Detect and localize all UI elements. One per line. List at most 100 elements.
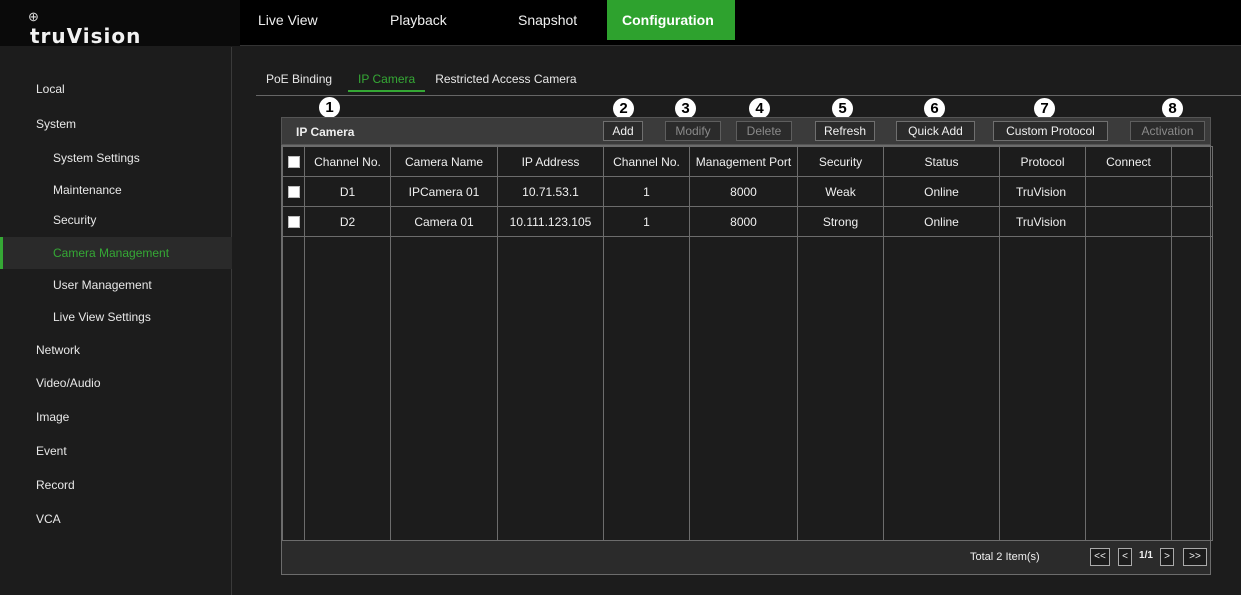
column-header[interactable]: Connect [1085, 146, 1172, 177]
empty-cell [282, 236, 305, 541]
table-cell: Weak [797, 176, 884, 207]
logo-icon: ⊕ [28, 9, 39, 24]
callout-6: 6 [924, 98, 945, 119]
sidebar-item-maintenance[interactable]: Maintenance [0, 174, 232, 206]
column-header[interactable]: Protocol [999, 146, 1086, 177]
empty-cell [999, 236, 1086, 541]
nav-live-view[interactable]: Live View [242, 0, 360, 40]
empty-table-area [282, 236, 1213, 541]
sidebar-item-user-management[interactable]: User Management [0, 269, 232, 301]
main-nav: Live View Playback Snapshot Configuratio… [242, 0, 735, 40]
ip-camera-table: Channel No. Camera Name IP Address Chann… [281, 145, 1213, 541]
column-header[interactable]: Channel No. [603, 146, 690, 177]
sidebar: Local System System Settings Maintenance… [0, 47, 232, 595]
empty-cell [1085, 236, 1172, 541]
table-row[interactable]: D1 IPCamera 01 10.71.53.1 1 8000 Weak On… [282, 176, 1213, 207]
table-cell: Online [883, 176, 1000, 207]
callout-4: 4 [749, 98, 770, 119]
table-cell: 10.71.53.1 [497, 176, 604, 207]
table-row[interactable]: D2 Camera 01 10.111.123.105 1 8000 Stron… [282, 206, 1213, 237]
refresh-button[interactable]: Refresh [815, 121, 875, 141]
logo: ⊕ truVision [0, 0, 240, 48]
table-cell: 10.111.123.105 [497, 206, 604, 237]
empty-cell [797, 236, 884, 541]
column-header[interactable]: Management Port [689, 146, 798, 177]
column-header[interactable]: Camera Name [390, 146, 498, 177]
callout-8: 8 [1162, 98, 1183, 119]
next-page-button[interactable]: > [1160, 548, 1174, 566]
column-header[interactable]: Status [883, 146, 1000, 177]
sidebar-item-local[interactable]: Local [0, 73, 232, 105]
sidebar-item-image[interactable]: Image [0, 401, 232, 433]
empty-cell [883, 236, 1000, 541]
total-items-label: Total 2 Item(s) [970, 551, 1040, 563]
table-cell [1085, 206, 1172, 237]
add-button[interactable]: Add [603, 121, 643, 141]
table-header-row: Channel No. Camera Name IP Address Chann… [282, 146, 1213, 177]
column-header [1171, 146, 1213, 177]
custom-protocol-button[interactable]: Custom Protocol [993, 121, 1108, 141]
column-header[interactable]: Channel No. [304, 146, 391, 177]
empty-cell [689, 236, 798, 541]
empty-cell [497, 236, 604, 541]
ip-camera-panel-header: IP Camera Add Modify Delete Refresh Quic… [281, 117, 1211, 145]
select-all-checkbox-cell[interactable] [282, 146, 305, 177]
row-checkbox-cell[interactable] [282, 206, 305, 237]
panel-title: IP Camera [296, 125, 355, 139]
callout-7: 7 [1034, 98, 1055, 119]
sidebar-item-security[interactable]: Security [0, 204, 232, 236]
table-cell: 1 [603, 206, 690, 237]
empty-cell [390, 236, 498, 541]
activation-button[interactable]: Activation [1130, 121, 1205, 141]
sidebar-item-vca[interactable]: VCA [0, 503, 232, 535]
row-checkbox[interactable] [287, 216, 300, 229]
sidebar-item-event[interactable]: Event [0, 435, 232, 467]
empty-cell [1171, 236, 1213, 541]
sidebar-item-live-view-settings[interactable]: Live View Settings [0, 301, 232, 333]
table-cell: 1 [603, 176, 690, 207]
row-checkbox-cell[interactable] [282, 176, 305, 207]
table-cell: TruVision [999, 206, 1086, 237]
column-header[interactable]: IP Address [497, 146, 604, 177]
table-cell: Online [883, 206, 1000, 237]
callout-5: 5 [832, 98, 853, 119]
sidebar-item-camera-management[interactable]: Camera Management [0, 237, 232, 269]
callout-3: 3 [675, 98, 696, 119]
sidebar-item-system[interactable]: System [0, 108, 232, 140]
table-cell: Camera 01 [390, 206, 498, 237]
sidebar-item-record[interactable]: Record [0, 469, 232, 501]
nav-playback[interactable]: Playback [360, 0, 484, 40]
sidebar-item-video-audio[interactable]: Video/Audio [0, 367, 232, 399]
modify-button[interactable]: Modify [665, 121, 721, 141]
nav-snapshot[interactable]: Snapshot [484, 0, 607, 40]
top-bar: ⊕ truVision Live View Playback Snapshot … [0, 0, 1241, 48]
sidebar-item-network[interactable]: Network [0, 334, 232, 366]
select-all-checkbox[interactable] [287, 156, 300, 169]
prev-page-button[interactable]: < [1118, 548, 1132, 566]
table-footer: Total 2 Item(s) << < 1/1 > >> [281, 541, 1211, 575]
table-cell: D2 [304, 206, 391, 237]
last-page-button[interactable]: >> [1183, 548, 1207, 566]
tab-poe-binding[interactable]: PoE Binding [256, 68, 342, 92]
sub-tabs: PoE Binding IP Camera Restricted Access … [256, 68, 587, 92]
quick-add-button[interactable]: Quick Add [896, 121, 975, 141]
table-cell: IPCamera 01 [390, 176, 498, 207]
sidebar-item-system-settings[interactable]: System Settings [0, 142, 232, 174]
table-cell: 8000 [689, 206, 798, 237]
table-cell: Strong [797, 206, 884, 237]
delete-button[interactable]: Delete [736, 121, 792, 141]
first-page-button[interactable]: << [1090, 548, 1110, 566]
nav-configuration[interactable]: Configuration [607, 0, 735, 40]
row-checkbox[interactable] [287, 186, 300, 199]
tab-divider [256, 95, 1241, 96]
column-header[interactable]: Security [797, 146, 884, 177]
table-cell: D1 [304, 176, 391, 207]
page-indicator: 1/1 [1139, 550, 1153, 561]
table-cell [1085, 176, 1172, 207]
tab-ip-camera[interactable]: IP Camera [348, 68, 426, 92]
table-cell: 8000 [689, 176, 798, 207]
logo-text: truVision [30, 24, 142, 48]
tab-restricted-access-camera[interactable]: Restricted Access Camera [425, 68, 586, 92]
table-cell [1171, 206, 1213, 237]
table-cell [1171, 176, 1213, 207]
